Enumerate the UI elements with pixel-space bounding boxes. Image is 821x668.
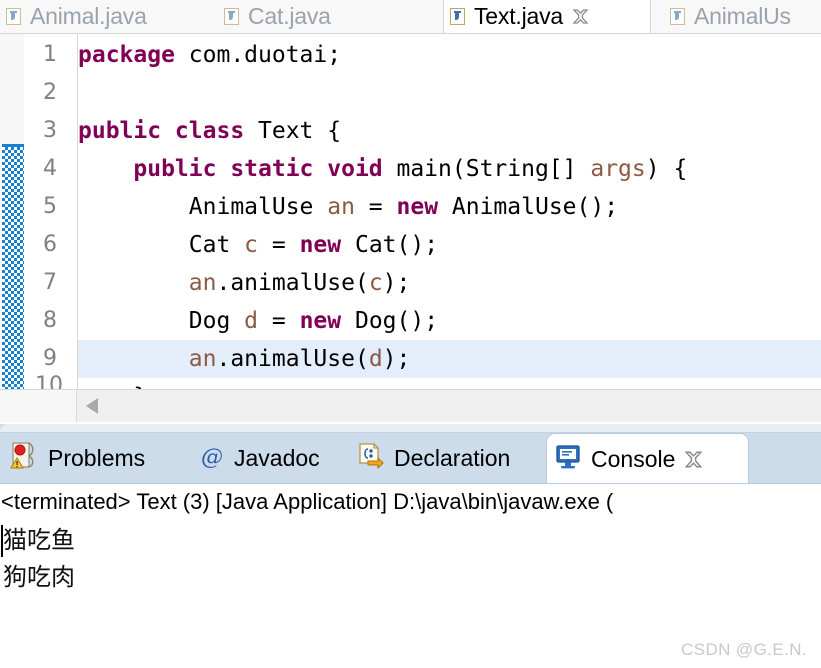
scrollbar-gutter-pad	[0, 390, 77, 422]
editor-tab-label: Text.java	[474, 3, 563, 29]
panel-tab-label: Javadoc	[234, 445, 320, 471]
code-token: ) {	[645, 156, 688, 182]
code-line[interactable]: package com.duotai;	[78, 36, 821, 74]
code-line[interactable]: an.animalUse(c);	[78, 264, 821, 302]
code-line[interactable]: an.animalUse(d);	[78, 340, 821, 378]
java-file-icon	[224, 8, 239, 25]
code-token: new	[299, 232, 342, 258]
panel-tab-label: Problems	[48, 445, 146, 471]
code-line[interactable]: }	[78, 378, 821, 389]
code-token: Cat	[78, 232, 245, 258]
code-token: =	[258, 232, 300, 258]
code-token: =	[258, 308, 300, 334]
console-icon	[554, 442, 582, 475]
panel-top-edge	[0, 424, 821, 433]
code-token: d	[368, 346, 383, 372]
javadoc-at-icon: @	[199, 441, 225, 476]
code-token: d	[244, 308, 259, 334]
watermark: CSDN @G.E.N.	[681, 640, 807, 659]
console-output-line: 猫吃鱼	[3, 526, 75, 554]
code-token: package	[78, 42, 175, 68]
code-token: AnimalUse	[78, 194, 328, 220]
code-line[interactable]: AnimalUse an = new AnimalUse();	[78, 188, 821, 226]
editor-horizontal-scrollbar[interactable]	[0, 389, 821, 422]
panel-tab-javadoc[interactable]: @ Javadoc	[192, 433, 352, 483]
panel-tab-label: Declaration	[394, 445, 511, 471]
code-line[interactable]: public static void main(String[] args) {	[78, 150, 821, 188]
line-number: 2	[43, 80, 57, 105]
bottom-view-panel: Problems @ Javadoc Declaration Console <…	[0, 424, 821, 668]
code-token: public static void	[133, 156, 383, 182]
svg-text:@: @	[201, 445, 223, 470]
console-view[interactable]: <terminated> Text (3) [Java Application]…	[0, 483, 821, 668]
close-icon[interactable]	[572, 8, 589, 25]
code-token: .animalUse(	[216, 346, 369, 372]
panel-tab-declaration[interactable]: Declaration	[350, 433, 547, 483]
line-number: 5	[43, 194, 57, 219]
code-token: new	[299, 308, 342, 334]
code-token: AnimalUse();	[438, 194, 619, 220]
code-token: an	[188, 270, 217, 296]
arrow-left-icon[interactable]	[86, 398, 98, 414]
editor-tab-cat-java[interactable]: Cat.java	[218, 0, 378, 33]
java-file-icon	[670, 8, 685, 25]
line-number: 6	[43, 232, 57, 257]
code-token: new	[396, 194, 439, 220]
code-token: .animalUse(	[216, 270, 369, 296]
java-file-icon	[6, 8, 21, 25]
panel-tab-label: Console	[591, 445, 676, 472]
line-number: 8	[43, 308, 57, 333]
line-number: 7	[43, 270, 57, 295]
editor-tab-text-java[interactable]: Text.java	[443, 0, 651, 33]
panel-tab-problems[interactable]: Problems	[2, 433, 184, 483]
panel-tab-strip: Problems @ Javadoc Declaration Console	[0, 433, 821, 483]
code-line[interactable]: public class Text {	[78, 112, 821, 150]
code-token: Text {	[244, 118, 342, 144]
code-token: an	[327, 194, 355, 220]
panel-tab-console[interactable]: Console	[546, 433, 749, 483]
code-line[interactable]	[78, 74, 821, 112]
code-token: main(String[]	[382, 156, 591, 182]
code-line[interactable]: Dog d = new Dog();	[78, 302, 821, 340]
line-number: 4	[43, 156, 57, 181]
code-token: public class	[78, 118, 245, 144]
line-number: 3	[43, 118, 57, 143]
code-token: Dog	[78, 308, 245, 334]
editor-tab-label: Animal.java	[30, 3, 147, 29]
java-file-icon	[450, 8, 465, 25]
code-token: Cat();	[341, 232, 439, 258]
line-number: 1	[43, 42, 57, 67]
code-token: Dog();	[341, 308, 439, 334]
problems-icon	[9, 440, 39, 477]
console-launch-header: <terminated> Text (3) [Java Application]…	[1, 489, 614, 514]
declaration-icon	[357, 441, 385, 476]
code-line[interactable]: Cat c = new Cat();	[78, 226, 821, 264]
editor-tab-label: AnimalUs	[694, 3, 791, 29]
code-token: c	[368, 270, 383, 296]
console-output-line: 狗吃肉	[3, 563, 75, 591]
editor-tab-bar: Animal.java Cat.java Text.java AnimalUs	[0, 0, 821, 34]
editor-tab-animaluse-java[interactable]: AnimalUs	[664, 0, 821, 33]
line-number-gutter: 1 2 3 4 5 6 7 8 9 10	[25, 34, 98, 398]
close-icon[interactable]	[684, 450, 703, 468]
code-token: com.duotai;	[174, 42, 342, 68]
editor-tab-animal-java[interactable]: Animal.java	[0, 0, 200, 33]
code-editor[interactable]: 1 2 3 4 5 6 7 8 9 10 package com.duotai;…	[0, 34, 821, 398]
code-token: args	[590, 156, 646, 182]
editor-tab-label: Cat.java	[248, 3, 331, 29]
code-token: an	[188, 346, 217, 372]
code-token: =	[354, 194, 397, 220]
code-text-area[interactable]: package com.duotai; public class Text { …	[78, 34, 821, 389]
text-caret	[1, 525, 3, 557]
code-token: );	[382, 346, 411, 372]
code-token: );	[382, 270, 411, 296]
code-token: c	[244, 232, 259, 258]
